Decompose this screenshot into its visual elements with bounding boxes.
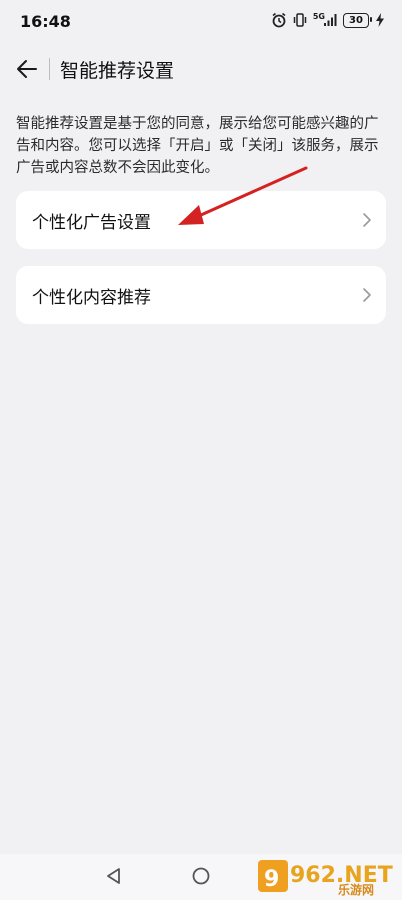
- description-text: 智能推荐设置是基于您的同意，展示给您可能感兴趣的广告和内容。您可以选择「开启」或…: [16, 116, 379, 176]
- back-button[interactable]: [10, 50, 44, 88]
- nav-home-icon[interactable]: [191, 866, 211, 886]
- back-arrow-icon: [17, 60, 37, 78]
- watermark-subtext: 乐游网: [338, 882, 374, 896]
- status-bar: 16:48 5G 30: [0, 0, 402, 44]
- page-title: 智能推荐设置: [60, 60, 175, 82]
- chevron-right-icon: [363, 288, 371, 302]
- chevron-right-icon: [363, 213, 371, 227]
- settings-item-label: 个性化广告设置: [32, 213, 151, 233]
- battery-level: 30: [349, 14, 363, 26]
- signal-icon: [324, 14, 337, 26]
- watermark-logo: 9 962.NET 乐游网: [256, 854, 396, 897]
- status-time: 16:48: [20, 12, 71, 31]
- settings-item-personalized-content[interactable]: 个性化内容推荐: [16, 266, 386, 324]
- vibrate-icon: [293, 13, 307, 27]
- status-icons: 5G 30: [271, 12, 384, 28]
- settings-item-label: 个性化内容推荐: [32, 288, 151, 308]
- battery-icon: 30: [343, 12, 372, 28]
- app-header: 智能推荐设置: [0, 48, 402, 90]
- watermark-logo-graphic: 9 962.NET 乐游网: [258, 860, 393, 897]
- alarm-icon: [272, 12, 286, 28]
- settings-item-personalized-ads[interactable]: 个性化广告设置: [16, 191, 386, 249]
- svg-text:9: 9: [264, 867, 279, 892]
- charging-icon: [376, 13, 384, 27]
- nav-back-icon[interactable]: [104, 866, 124, 886]
- header-divider: [49, 58, 50, 80]
